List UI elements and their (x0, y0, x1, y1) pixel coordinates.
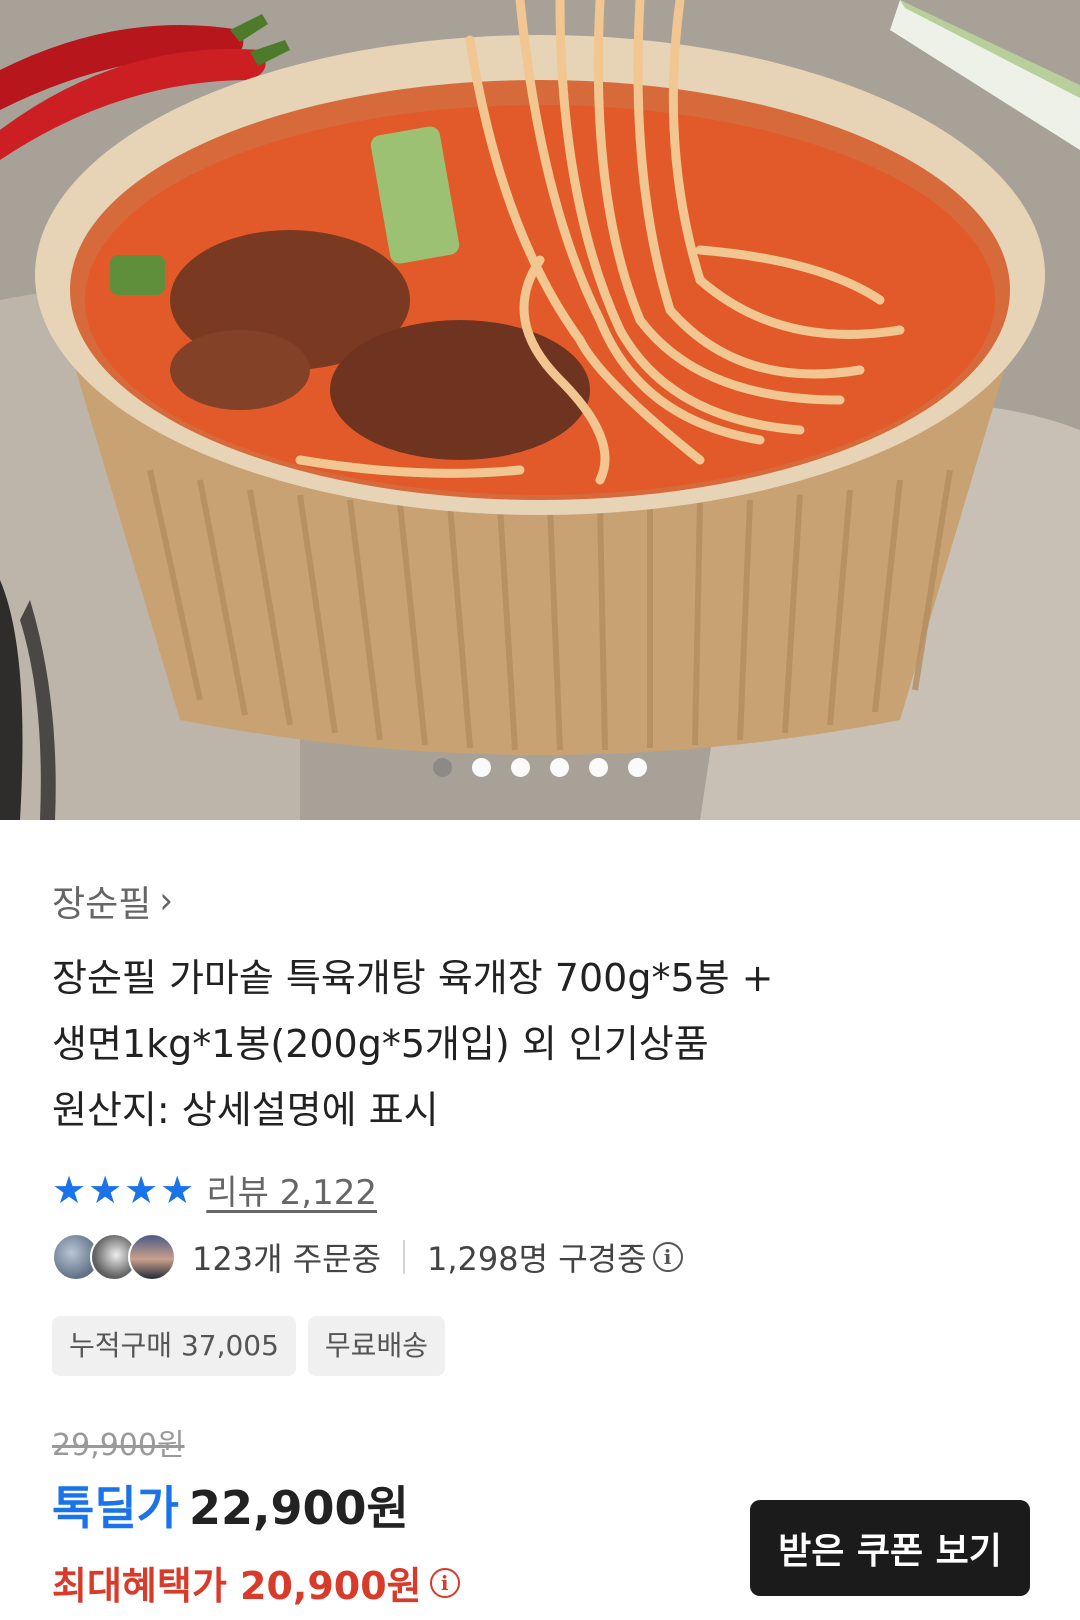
product-tags: 누적구매 37,005 무료배송 (52, 1316, 445, 1376)
star-icon: ★ (124, 1167, 159, 1212)
avatar (128, 1233, 176, 1281)
info-icon[interactable]: i (652, 1242, 683, 1272)
star-icon: ★ (160, 1167, 195, 1212)
review-count-link[interactable]: 리뷰 2,122 (206, 1165, 377, 1214)
title-line-2: 생면1kg*1봉(200g*5개입) 외 인기상품 (52, 1022, 709, 1066)
carousel-dot[interactable] (472, 758, 491, 777)
carousel-dots (0, 758, 1080, 777)
activity-row: 123개 주문중 1,298명 구경중 i (52, 1233, 683, 1281)
deal-label: 톡딜가 (52, 1481, 179, 1535)
brand-name: 장순필 (52, 884, 152, 925)
carousel-dot[interactable] (628, 758, 647, 777)
ordering-now-count: 123개 주문중 (192, 1240, 382, 1278)
product-title: 장순필 가마솥 특육개탕 육개장 700g*5봉 + 생면1kg*1봉(200g… (52, 945, 1032, 1143)
product-photo (0, 0, 1080, 820)
carousel-dot[interactable] (550, 758, 569, 777)
carousel-dot[interactable] (589, 758, 608, 777)
free-shipping-chip: 무료배송 (307, 1316, 445, 1376)
brand-link[interactable]: 장순필 › (52, 875, 173, 927)
carousel-dot[interactable] (511, 758, 530, 777)
max-benefit-price: 최대혜택가 20,900원 (52, 1564, 422, 1608)
divider (403, 1240, 406, 1274)
deal-price: 22,900원 (188, 1481, 409, 1535)
max-benefit-row: 최대혜택가 20,900원 i (52, 1555, 460, 1610)
star-rating: ★ ★ ★ ★ (52, 1171, 194, 1209)
original-price: 29,900원 (52, 1428, 185, 1463)
origin-line: 원산지: 상세설명에 표시 (52, 1088, 439, 1132)
chevron-right-icon: › (159, 879, 173, 923)
view-coupons-button[interactable]: 받은 쿠폰 보기 (750, 1500, 1030, 1596)
info-icon[interactable]: i (429, 1567, 460, 1598)
product-image-carousel[interactable] (0, 0, 1080, 820)
star-icon: ★ (52, 1167, 87, 1212)
carousel-dot-active[interactable] (433, 758, 452, 777)
star-icon: ★ (88, 1167, 123, 1212)
deal-price-row: 톡딜가 22,900원 (52, 1472, 409, 1538)
viewing-now-count: 1,298명 구경중 (427, 1240, 647, 1278)
rating-row: ★ ★ ★ ★ 리뷰 2,122 (52, 1165, 377, 1214)
buyer-avatars (52, 1233, 176, 1281)
cumulative-purchase-chip: 누적구매 37,005 (52, 1316, 296, 1376)
title-line-1: 장순필 가마솥 특육개탕 육개장 700g*5봉 + (52, 956, 774, 1000)
